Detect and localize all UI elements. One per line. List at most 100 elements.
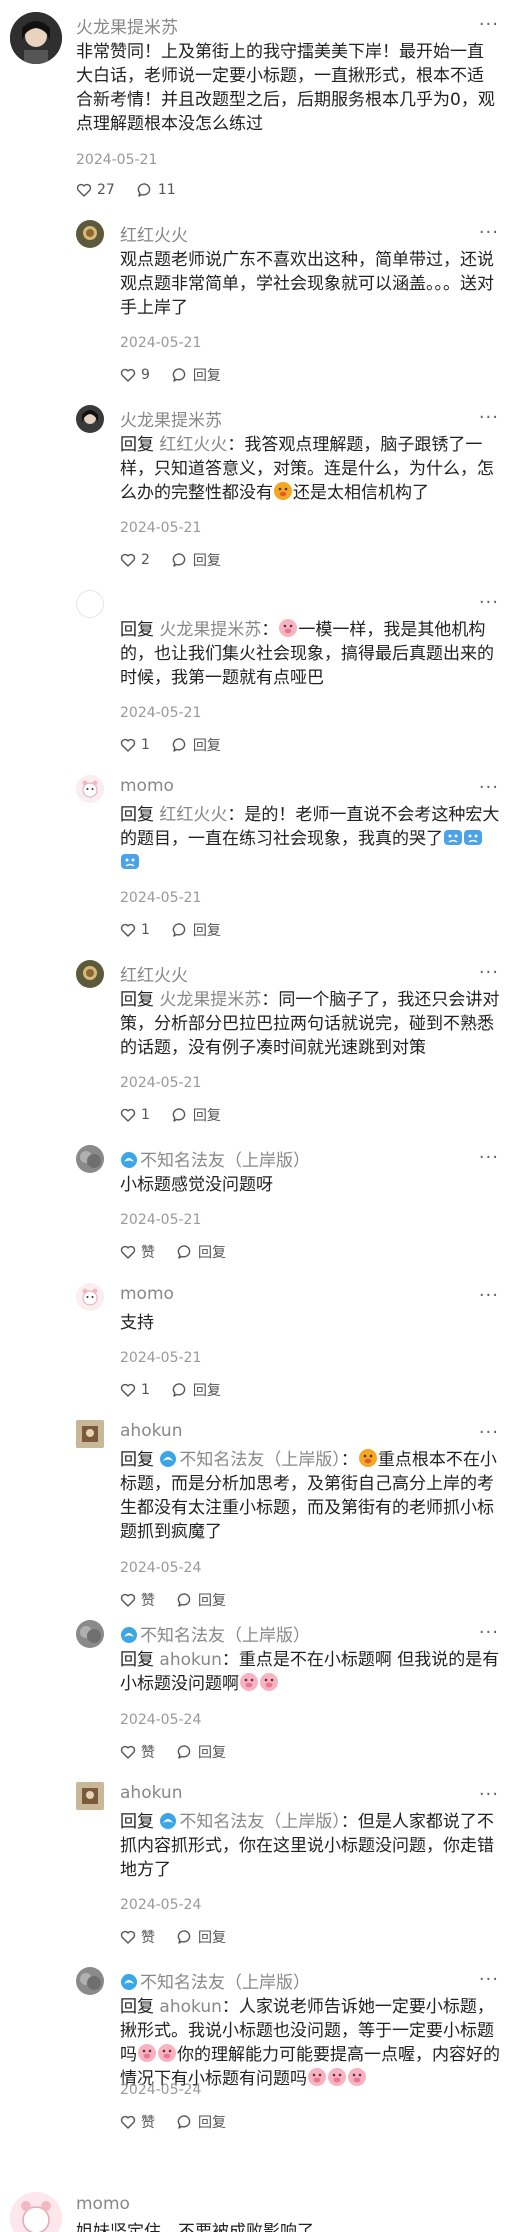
comment-date: 2024-05-21 bbox=[120, 1075, 202, 1091]
reply-button[interactable]: 回复 bbox=[172, 550, 221, 570]
comment-actions: 赞 回复 bbox=[120, 1590, 226, 1610]
reply-prefix: 回复 bbox=[120, 1997, 154, 2017]
comment-text: 姐妹坚定住，不要被成败影响了 bbox=[76, 2222, 314, 2232]
user-name[interactable]: ahokun bbox=[120, 1421, 182, 1441]
like-count: 1 bbox=[141, 737, 150, 753]
like-button[interactable]: 9 bbox=[120, 367, 150, 383]
reply-button[interactable]: 回复 bbox=[172, 365, 221, 385]
heart-icon bbox=[120, 1107, 136, 1123]
avatar[interactable] bbox=[76, 590, 104, 618]
reply-button[interactable]: 回复 bbox=[177, 2112, 226, 2132]
user-name[interactable]: 火龙果提米苏 bbox=[76, 13, 178, 38]
reply-label: 回复 bbox=[198, 1245, 226, 1261]
like-button[interactable]: 1 bbox=[120, 922, 150, 938]
reply-prefix: 回复 bbox=[120, 805, 154, 825]
avatar[interactable] bbox=[10, 12, 62, 64]
mention-link[interactable]: ahokun bbox=[159, 1997, 221, 2017]
heart-icon bbox=[120, 1244, 136, 1260]
user-name[interactable]: 不知名法友（上岸版） bbox=[120, 1968, 310, 1993]
like-button[interactable]: 27 bbox=[76, 182, 115, 198]
more-dots-icon[interactable]: ··· bbox=[479, 1424, 499, 1442]
wave-badge-icon bbox=[120, 1626, 138, 1644]
user-name[interactable]: 火龙果提米苏 bbox=[120, 406, 222, 431]
avatar[interactable] bbox=[10, 2192, 62, 2232]
user-name-text: 不知名法友（上岸版） bbox=[140, 1973, 310, 1993]
like-button[interactable]: 2 bbox=[120, 552, 150, 568]
like-count: 9 bbox=[141, 367, 150, 383]
avatar[interactable] bbox=[76, 775, 104, 803]
reply-prefix: 回复 bbox=[120, 1450, 154, 1470]
user-name[interactable]: 红红火火 bbox=[120, 961, 188, 986]
reply-button[interactable]: 回复 bbox=[177, 1242, 226, 1262]
like-count: 赞 bbox=[141, 1245, 155, 1261]
avatar[interactable] bbox=[76, 220, 104, 248]
like-button[interactable]: 1 bbox=[120, 1382, 150, 1398]
reply-button[interactable]: 回复 bbox=[172, 735, 221, 755]
user-name[interactable]: 红红火火 bbox=[120, 221, 188, 246]
avatar[interactable] bbox=[76, 405, 104, 433]
chat-bubble-icon bbox=[177, 2114, 193, 2130]
more-dots-icon[interactable]: ··· bbox=[479, 1971, 499, 1989]
user-name[interactable]: momo bbox=[76, 2194, 130, 2214]
mention-link[interactable]: ahokun bbox=[159, 1650, 221, 1670]
more-dots-icon[interactable]: ··· bbox=[479, 1786, 499, 1804]
like-button[interactable]: 赞 bbox=[120, 1742, 155, 1762]
more-dots-icon[interactable]: ··· bbox=[479, 1624, 499, 1642]
comment-text: 观点题老师说广东不喜欢出这种，简单带过，还说观点题非常简单，学社会现象就可以涵盖… bbox=[120, 250, 494, 318]
comment-text: 回复 火龙果提米苏： 一模一样，我是其他机构的，也让我们集火社会现象，搞得最后真题… bbox=[120, 619, 494, 688]
user-name[interactable]: momo bbox=[120, 776, 174, 796]
reply-button[interactable]: 11 bbox=[137, 182, 176, 198]
reply-button[interactable]: 回复 bbox=[177, 1590, 226, 1610]
avatar[interactable] bbox=[76, 960, 104, 988]
chat-bubble-icon bbox=[137, 182, 153, 198]
more-dots-icon[interactable]: ··· bbox=[479, 1287, 499, 1305]
reply-label: 回复 bbox=[192, 553, 221, 569]
more-dots-icon[interactable]: ··· bbox=[479, 409, 499, 427]
user-name[interactable]: 不知名法友（上岸版） bbox=[120, 1146, 310, 1171]
like-button[interactable]: 1 bbox=[120, 737, 150, 753]
comment-text: 支持 bbox=[120, 1313, 154, 1333]
chat-bubble-icon bbox=[172, 1382, 188, 1398]
user-name[interactable]: ahokun bbox=[120, 1783, 182, 1803]
like-button[interactable]: 赞 bbox=[120, 1927, 155, 1947]
reply-label: 回复 bbox=[192, 368, 221, 384]
pig-emoji-icon bbox=[307, 2067, 327, 2087]
reply-button[interactable]: 回复 bbox=[172, 1105, 221, 1125]
reply-button[interactable]: 回复 bbox=[177, 1742, 226, 1762]
reply-label: 回复 bbox=[192, 1108, 221, 1124]
avatar[interactable] bbox=[76, 1420, 104, 1448]
comment-date: 2024-05-21 bbox=[120, 520, 202, 536]
more-dots-icon[interactable]: ··· bbox=[479, 594, 499, 612]
more-dots-icon[interactable]: ··· bbox=[479, 16, 499, 34]
reply-button[interactable]: 回复 bbox=[172, 920, 221, 940]
wave-badge-icon bbox=[159, 1450, 177, 1468]
avatar[interactable] bbox=[76, 1967, 104, 1995]
mention-link[interactable]: 不知名法友（上岸版） bbox=[159, 1450, 341, 1470]
avatar[interactable] bbox=[76, 1782, 104, 1810]
pig-emoji-icon bbox=[327, 2067, 347, 2087]
mention-link[interactable]: 红红火火 bbox=[159, 805, 227, 825]
reply-button[interactable]: 回复 bbox=[172, 1380, 221, 1400]
more-dots-icon[interactable]: ··· bbox=[479, 779, 499, 797]
like-button[interactable]: 赞 bbox=[120, 1590, 155, 1610]
avatar[interactable] bbox=[76, 1283, 104, 1311]
crying-emoji-icon bbox=[120, 851, 140, 871]
mention-link[interactable]: 火龙果提米苏 bbox=[159, 620, 261, 640]
avatar[interactable] bbox=[76, 1620, 104, 1648]
mention-link[interactable]: 不知名法友（上岸版） bbox=[159, 1812, 341, 1832]
like-button[interactable]: 赞 bbox=[120, 1242, 155, 1262]
comment-text: 回复 ahokun：人家说老师告诉她一定要小标题，揪形式。我说小标题也没问题，等… bbox=[120, 1995, 500, 2091]
mention-link[interactable]: 红红火火 bbox=[159, 435, 227, 455]
chat-bubble-icon bbox=[177, 1929, 193, 1945]
mention-link[interactable]: 火龙果提米苏 bbox=[159, 990, 261, 1010]
user-name[interactable]: 不知名法友（上岸版） bbox=[120, 1621, 310, 1646]
more-dots-icon[interactable]: ··· bbox=[479, 964, 499, 982]
like-button[interactable]: 1 bbox=[120, 1107, 150, 1123]
crying-emoji-icon bbox=[443, 827, 463, 847]
reply-button[interactable]: 回复 bbox=[177, 1927, 226, 1947]
user-name[interactable]: momo bbox=[120, 1284, 174, 1304]
like-button[interactable]: 赞 bbox=[120, 2112, 155, 2132]
avatar[interactable] bbox=[76, 1145, 104, 1173]
more-dots-icon[interactable]: ··· bbox=[479, 1149, 499, 1167]
more-dots-icon[interactable]: ··· bbox=[479, 224, 499, 242]
